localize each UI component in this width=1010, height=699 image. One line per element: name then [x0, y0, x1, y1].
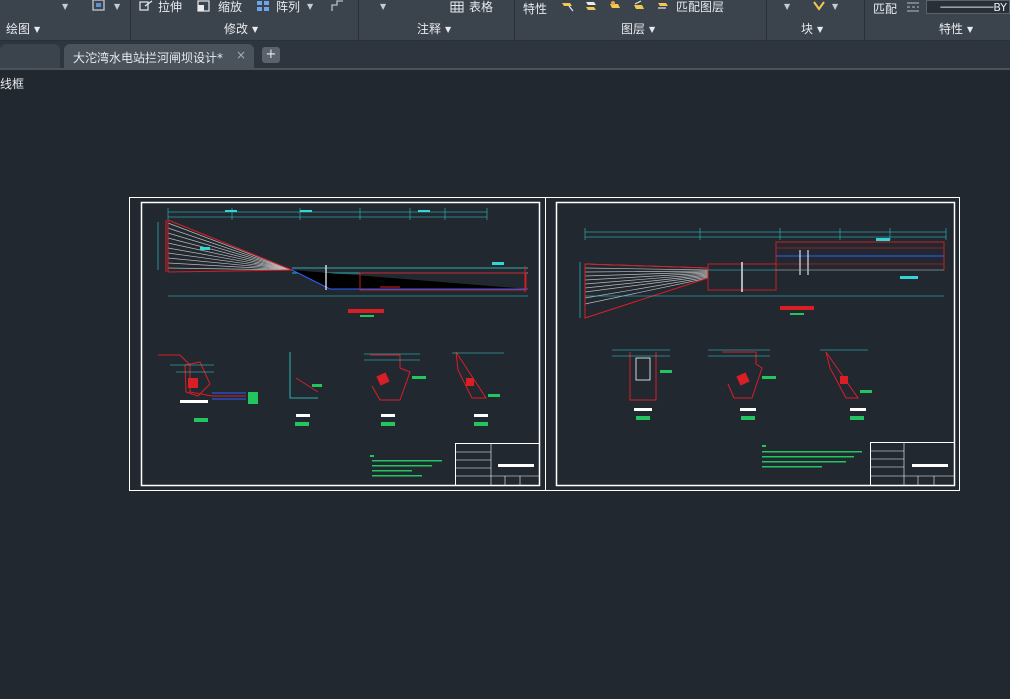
group-modify-label: 修改 [224, 22, 249, 36]
block-dropdown-arrow[interactable]: ▼ [784, 2, 790, 11]
group-properties[interactable]: 特性 ▼ [939, 22, 973, 37]
section-detail-1c [364, 353, 426, 426]
scale-icon [197, 0, 210, 12]
section-detail-1a [158, 354, 258, 422]
modify-dropdown-arrow[interactable]: ▼ [114, 2, 120, 11]
ribbon-separator [130, 0, 131, 40]
array-icon [257, 1, 269, 11]
ribbon-separator [514, 0, 515, 40]
block-edit-icon[interactable] [812, 0, 826, 12]
group-draw-label: 绘图 [6, 22, 31, 36]
draw-dropdown-arrow[interactable]: ▼ [62, 2, 68, 11]
stretch-icon [139, 0, 153, 11]
group-block[interactable]: 块 ▼ [801, 22, 823, 37]
group-block-label: 块 [801, 22, 814, 36]
modify-tool-icon[interactable] [92, 0, 106, 12]
block-edit-dropdown-arrow[interactable]: ▼ [832, 2, 838, 11]
section-detail-2b [708, 349, 776, 420]
group-modify[interactable]: 修改 ▼ [224, 22, 258, 37]
chevron-down-icon: ▼ [649, 24, 656, 34]
section-detail-1d [452, 351, 504, 426]
layer-tool-icon-4[interactable] [632, 0, 646, 12]
start-tab[interactable] [0, 44, 60, 68]
section-detail-1b [289, 352, 322, 426]
annotation-dropdown-arrow[interactable]: ▼ [380, 2, 386, 11]
group-layers[interactable]: 图层 ▼ [621, 22, 655, 37]
array-button[interactable]: 阵列 [276, 0, 300, 14]
ribbon: ▼ ▼ 拉伸 缩放 阵列 ▼ ▼ 表格 特性 匹配图层 ▼ ▼ 匹配 ─────… [0, 0, 1010, 41]
close-icon[interactable]: × [236, 48, 246, 62]
group-layers-label: 图层 [621, 22, 646, 36]
chevron-down-icon: ▼ [34, 24, 41, 34]
file-tab-label: 大沱湾水电站拦河闸坝设计* [73, 51, 224, 65]
match-properties-button[interactable]: 匹配 [873, 2, 897, 16]
properties-button[interactable]: 特性 [523, 2, 547, 16]
ribbon-separator [358, 0, 359, 40]
match-layer-icon [658, 3, 668, 9]
scale-button[interactable]: 缩放 [218, 0, 242, 14]
chevron-down-icon: ▼ [445, 24, 452, 34]
stretch-button[interactable]: 拉伸 [158, 0, 182, 14]
polyline-edit-icon[interactable] [331, 0, 345, 12]
drawing-canvas[interactable] [0, 70, 1010, 699]
section-detail-2c [820, 349, 872, 420]
ribbon-separator [766, 0, 767, 40]
ribbon-separator [864, 0, 865, 40]
cad-drawing [129, 197, 960, 491]
table-icon [450, 1, 464, 13]
layer-tool-icon-1[interactable] [560, 0, 574, 12]
array-dropdown-arrow[interactable]: ▼ [307, 2, 313, 11]
table-button[interactable]: 表格 [469, 0, 493, 14]
section-detail-2a [612, 349, 672, 420]
file-tab-bar: 大沱湾水电站拦河闸坝设计* × + [0, 41, 1010, 70]
group-annotation-label: 注释 [417, 22, 442, 36]
drawing-sheet-2 [545, 197, 960, 491]
group-annotation[interactable]: 注释 ▼ [417, 22, 451, 37]
chevron-down-icon: ▼ [252, 24, 259, 34]
group-properties-label: 特性 [939, 22, 964, 36]
match-layer-button[interactable]: 匹配图层 [676, 0, 724, 14]
linetype-select[interactable]: ────────BY [926, 0, 1010, 14]
layer-tool-icon-2[interactable] [584, 0, 598, 12]
chevron-down-icon: ▼ [967, 24, 974, 34]
layer-tool-icon-3[interactable] [608, 0, 622, 12]
linetype-value: BY [993, 1, 1007, 14]
drawing-sheet-1 [129, 197, 546, 491]
linetype-icon [907, 2, 919, 12]
chevron-down-icon: ▼ [817, 24, 824, 34]
group-draw[interactable]: 绘图 ▼ [6, 22, 40, 37]
new-tab-button[interactable]: + [262, 47, 280, 63]
file-tab-active[interactable]: 大沱湾水电站拦河闸坝设计* × [64, 44, 254, 68]
